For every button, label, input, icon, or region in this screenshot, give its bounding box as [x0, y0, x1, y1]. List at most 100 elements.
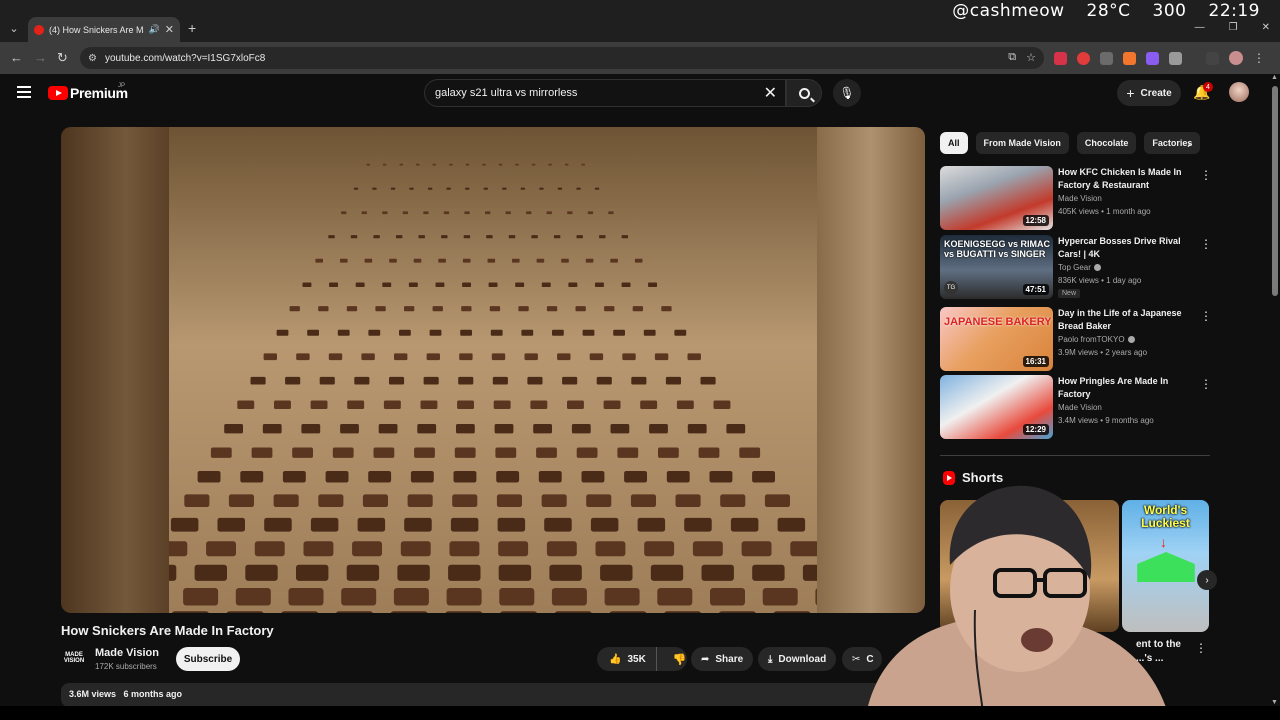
chocolate-bar: [657, 588, 693, 606]
chip-chocolate[interactable]: Chocolate: [1076, 132, 1137, 154]
chip-from-channel[interactable]: From Made Vision: [975, 132, 1069, 154]
reload-icon[interactable]: ↻: [57, 50, 68, 66]
search-input[interactable]: galaxy s21 ultra vs mirrorless ✕: [424, 79, 786, 107]
more-options-icon[interactable]: ⋮: [1200, 377, 1212, 391]
bookmark-star-icon[interactable]: ☆: [1026, 51, 1036, 64]
recommendation-item[interactable]: KOENIGSEGG vs RIMAC vs BUGATTI vs SINGER…: [940, 235, 1212, 299]
recommendation-item[interactable]: 12:58 How KFC Chicken Is Made In Factory…: [940, 166, 1212, 230]
more-options-icon[interactable]: ⋮: [1200, 237, 1212, 251]
recommendation-title[interactable]: Hypercar Bosses Drive Rival Cars! | 4K: [1058, 235, 1188, 261]
description-box[interactable]: 3.6M views 6 months ago: [61, 683, 925, 707]
extension-icon[interactable]: [1100, 51, 1113, 65]
chocolate-bar: [429, 329, 442, 336]
search-button[interactable]: [786, 79, 822, 107]
recommendation-title[interactable]: Day in the Life of a Japanese Bread Bake…: [1058, 307, 1188, 333]
extension-icon[interactable]: [1123, 51, 1136, 65]
chocolate-bar: [498, 564, 532, 581]
recommendation-channel[interactable]: Top Gear: [1058, 263, 1101, 272]
chocolate-bar: [654, 353, 669, 361]
scroll-down-icon[interactable]: ▼: [1271, 699, 1278, 706]
extension-icon[interactable]: [1146, 51, 1159, 65]
chocolate-bar: [610, 424, 630, 434]
subscribe-button[interactable]: Subscribe: [176, 647, 240, 671]
chocolate-bar: [315, 258, 323, 263]
recommendation-thumbnail[interactable]: JAPANESE BAKERY 16:31: [940, 307, 1053, 371]
browser-tab[interactable]: (4) How Snickers Are Made 🔊 ✕: [28, 17, 180, 42]
channel-name[interactable]: Made Vision: [95, 647, 159, 659]
chip-all[interactable]: All: [940, 132, 968, 154]
voice-search-button[interactable]: 🎙: [833, 79, 861, 107]
recommendation-title[interactable]: How Pringles Are Made In Factory: [1058, 375, 1188, 401]
share-button[interactable]: ➦ Share: [691, 647, 754, 671]
recommendation-item[interactable]: 12:29 How Pringles Are Made In Factory M…: [940, 375, 1212, 439]
chocolate-bar: [450, 517, 479, 532]
video-title: How Snickers Are Made In Factory: [61, 623, 274, 638]
video-player[interactable]: [61, 127, 925, 613]
like-button[interactable]: 👍 35K: [597, 647, 657, 671]
youtube-favicon-icon: [34, 24, 44, 35]
recommendation-channel[interactable]: Made Vision: [1058, 194, 1102, 203]
recommendation-item[interactable]: JAPANESE BAKERY 16:31 Day in the Life of…: [940, 307, 1212, 371]
scroll-up-icon[interactable]: ▲: [1271, 74, 1278, 81]
recommendation-thumbnail[interactable]: 12:58: [940, 166, 1053, 230]
forward-arrow-icon[interactable]: →: [34, 50, 47, 65]
chocolate-bar: [631, 376, 647, 385]
site-info-icon[interactable]: ⚙: [88, 53, 97, 64]
chocolate-bar: [562, 376, 578, 385]
address-bar[interactable]: ⚙ youtube.com/watch?v=I1SG7xloFc8 ⧉ ☆: [80, 47, 1044, 69]
chocolate-bar: [390, 187, 396, 190]
recommendation-thumbnail[interactable]: 12:29: [940, 375, 1053, 439]
chocolate-bar: [318, 494, 344, 507]
chocolate-bar: [382, 282, 392, 287]
chocolate-bar: [709, 471, 733, 483]
restore-icon[interactable]: ❐: [1229, 22, 1238, 33]
hamburger-menu-icon[interactable]: [17, 86, 31, 98]
puzzle-icon[interactable]: [1169, 51, 1182, 65]
chocolate-bar: [621, 282, 631, 287]
chip-factories[interactable]: Factories: [1144, 132, 1201, 154]
download-label: Download: [778, 653, 827, 665]
minimize-icon[interactable]: —: [1195, 22, 1205, 33]
recommendation-channel[interactable]: Paolo fromTOKYO: [1058, 335, 1135, 344]
tab-search-chevron-icon[interactable]: ⌄: [6, 20, 22, 36]
browser-menu-icon[interactable]: ⋮: [1253, 51, 1265, 65]
search-query[interactable]: galaxy s21 ultra vs mirrorless: [435, 87, 764, 99]
page-scrollbar[interactable]: ▲ ▼: [1270, 74, 1280, 706]
recommendation-title[interactable]: How KFC Chicken Is Made In Factory & Res…: [1058, 166, 1188, 192]
chocolate-bar: [544, 517, 572, 532]
recommendation-thumbnail[interactable]: KOENIGSEGG vs RIMAC vs BUGATTI vs SINGER…: [940, 235, 1053, 299]
more-options-icon[interactable]: ⋮: [1200, 309, 1212, 323]
reading-list-icon[interactable]: [1206, 51, 1219, 65]
chocolate-bar: [407, 494, 433, 507]
chocolate-bar: [621, 235, 628, 239]
install-app-icon[interactable]: ⧉: [1008, 51, 1016, 64]
chocolate-bar: [497, 517, 526, 532]
chocolate-bar: [414, 447, 435, 458]
channel-avatar[interactable]: MADE VISION: [61, 648, 87, 668]
video-frame[interactable]: [169, 127, 817, 613]
more-options-icon[interactable]: ⋮: [1200, 168, 1212, 182]
profile-avatar[interactable]: [1229, 51, 1243, 65]
more-options-icon[interactable]: ⋮: [1195, 641, 1207, 655]
extension-icon[interactable]: [1077, 51, 1090, 65]
account-avatar[interactable]: [1229, 82, 1249, 102]
chips-next-chevron-icon[interactable]: ›: [1187, 137, 1191, 151]
close-window-icon[interactable]: ✕: [1262, 22, 1270, 33]
chocolate-bar: [399, 329, 411, 336]
new-tab-button[interactable]: +: [188, 20, 196, 36]
download-button[interactable]: ⤓ Download: [758, 647, 837, 671]
clear-search-icon[interactable]: ✕: [764, 83, 777, 103]
chocolate-bar: [483, 187, 488, 190]
extension-icon[interactable]: [1054, 51, 1067, 65]
back-arrow-icon[interactable]: ←: [10, 50, 23, 65]
speaker-icon[interactable]: 🔊: [149, 24, 160, 35]
create-button[interactable]: + Create: [1117, 80, 1181, 106]
tab-close-icon[interactable]: ✕: [165, 23, 174, 36]
shorts-next-chevron-icon[interactable]: ›: [1197, 570, 1217, 590]
recommendation-channel[interactable]: Made Vision: [1058, 403, 1102, 412]
chocolate-bar: [364, 258, 373, 263]
chocolate-bar: [637, 517, 666, 532]
youtube-logo-icon[interactable]: [48, 86, 68, 100]
scrollbar-thumb[interactable]: [1272, 86, 1278, 296]
chocolate-bar: [546, 306, 558, 312]
